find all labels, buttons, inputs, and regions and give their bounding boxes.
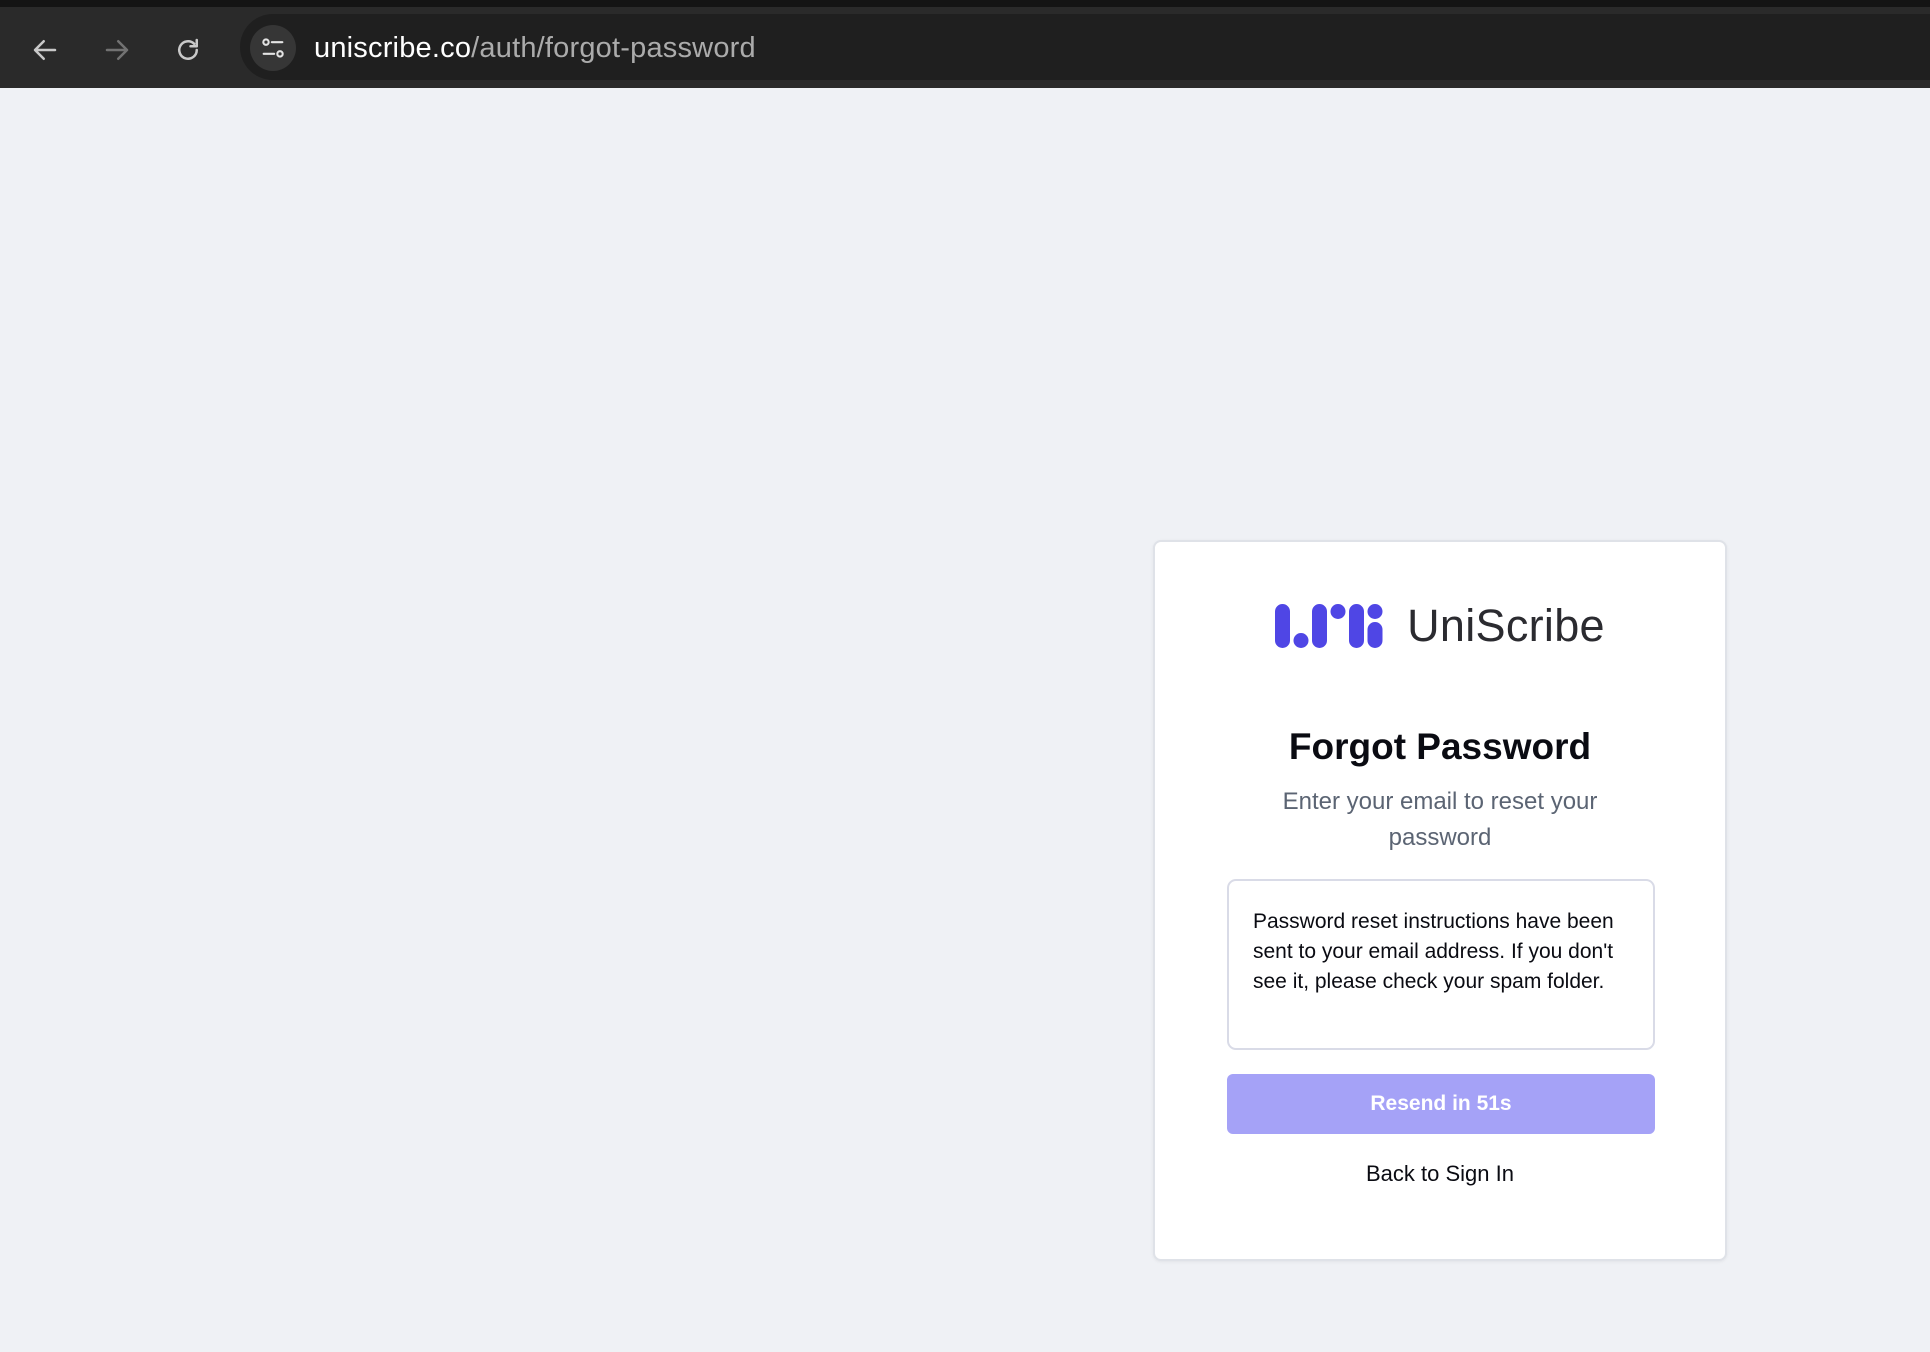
back-arrow-icon bbox=[33, 40, 57, 60]
page-subtitle: Enter your email to reset your password bbox=[1282, 788, 1598, 851]
brand-name: UniScribe bbox=[1407, 600, 1605, 651]
page-title: Forgot Password bbox=[1288, 726, 1592, 767]
url-host: uniscribe.co bbox=[314, 32, 472, 64]
browser-toolbar: uniscribe.co/auth/forgot-password bbox=[0, 0, 1930, 88]
back-to-sign-in-link[interactable]: Back to Sign In bbox=[1155, 1161, 1725, 1187]
site-info-button[interactable] bbox=[250, 25, 296, 71]
reload-button[interactable] bbox=[163, 25, 213, 75]
brand-header: UniScribe bbox=[1155, 598, 1725, 654]
url-path: /auth/forgot-password bbox=[471, 32, 756, 64]
address-bar[interactable]: uniscribe.co/auth/forgot-password bbox=[240, 14, 1930, 80]
forward-arrow-icon bbox=[105, 40, 129, 60]
uniscribe-logo bbox=[1275, 604, 1383, 648]
site-settings-icon bbox=[262, 38, 284, 58]
resend-button[interactable]: Resend in 51s bbox=[1227, 1074, 1655, 1134]
back-button[interactable] bbox=[20, 25, 70, 75]
reset-notice: Password reset instructions have been se… bbox=[1227, 879, 1655, 1050]
url-text[interactable]: uniscribe.co/auth/forgot-password bbox=[314, 31, 756, 65]
forward-button[interactable] bbox=[92, 25, 142, 75]
forgot-password-card: UniScribe Forgot Password Enter your ema… bbox=[1153, 540, 1727, 1261]
reload-icon bbox=[178, 38, 198, 60]
